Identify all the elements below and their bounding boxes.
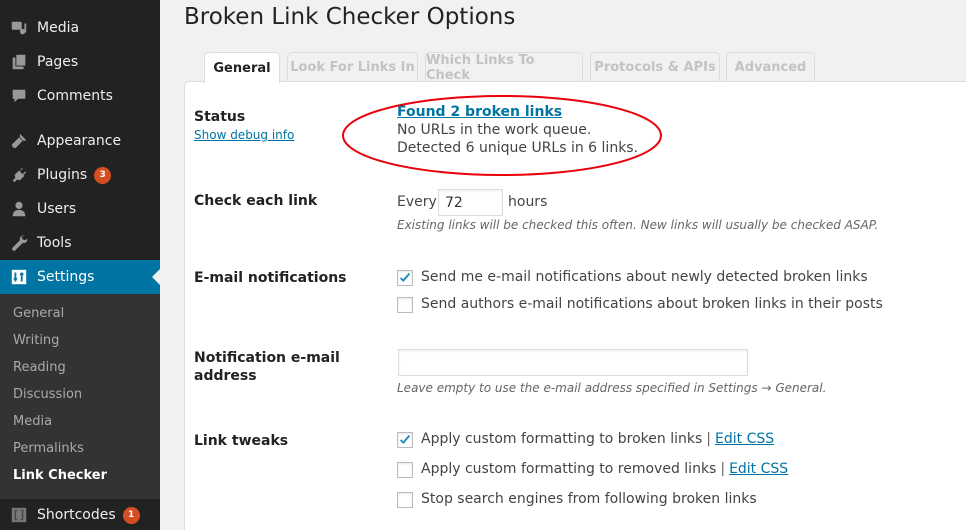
tools-icon [9, 233, 29, 253]
work-queue-status: No URLs in the work queue. [397, 122, 592, 138]
sidebar-item-label: Tools [37, 235, 72, 251]
tab-advanced[interactable]: Advanced [726, 52, 815, 82]
format-broken-links-label[interactable]: Apply custom formatting to broken links [421, 431, 702, 447]
sidebar-item-label: Appearance [37, 133, 122, 149]
plugins-update-badge: 3 [94, 166, 112, 184]
sidebar-item-label: Pages [37, 54, 79, 70]
edit-removed-css-link[interactable]: Edit CSS [729, 461, 788, 477]
notify-authors-checkbox[interactable] [397, 297, 413, 313]
check-interval-input[interactable] [438, 189, 503, 216]
submenu-item-general[interactable]: General [13, 306, 64, 321]
tab-general[interactable]: General [204, 52, 280, 83]
shortcodes-badge: 1 [122, 506, 140, 524]
sidebar-item-label: Plugins [37, 167, 88, 183]
format-removed-links-label[interactable]: Apply custom formatting to removed links [421, 461, 716, 477]
tab-protocols-apis[interactable]: Protocols & APIs [590, 52, 720, 82]
tab-look-for-links-in[interactable]: Look For Links In [287, 52, 418, 82]
notify-me-label[interactable]: Send me e-mail notifications about newly… [421, 269, 868, 285]
notification-email-label-line2: address [194, 368, 257, 384]
sidebar-item-label: Comments [37, 88, 113, 104]
nofollow-broken-links-checkbox[interactable] [397, 492, 413, 508]
sidebar-item-comments[interactable]: Comments [0, 79, 160, 113]
page-title: Broken Link Checker Options [184, 4, 516, 30]
sidebar-item-label: Media [37, 20, 80, 36]
shortcodes-icon [9, 505, 29, 525]
active-indicator-arrow [152, 269, 160, 285]
notification-email-input[interactable] [398, 349, 748, 376]
checkmark-icon [399, 434, 411, 445]
link-tweaks-label: Link tweaks [194, 433, 289, 449]
sidebar-item-label: Shortcodes [37, 507, 116, 523]
detected-urls-status: Detected 6 unique URLs in 6 links. [397, 140, 639, 156]
sidebar-item-label: Users [37, 201, 77, 217]
separator: | [706, 431, 712, 447]
check-interval-description: Existing links will be checked this ofte… [397, 218, 879, 232]
comments-icon [9, 86, 29, 106]
notification-email-label: Notification e-mail [194, 350, 340, 366]
show-debug-info-link[interactable]: Show debug info [194, 128, 294, 142]
format-removed-links-row: Apply custom formatting to removed links… [421, 461, 788, 477]
admin-sidebar: Media Pages Comments Appearance Plugins … [0, 0, 160, 530]
sidebar-item-pages[interactable]: Pages [0, 45, 160, 79]
notify-authors-label[interactable]: Send authors e-mail notifications about … [421, 296, 883, 312]
pages-icon [9, 52, 29, 72]
notify-me-checkbox[interactable] [397, 270, 413, 286]
status-label: Status [194, 109, 246, 125]
sidebar-item-shortcodes[interactable]: Shortcodes 1 [0, 498, 160, 530]
media-icon [9, 18, 29, 38]
every-text: Every [397, 194, 437, 210]
format-broken-links-checkbox[interactable] [397, 432, 413, 448]
format-broken-links-row: Apply custom formatting to broken links |… [421, 431, 774, 447]
sidebar-item-users[interactable]: Users [0, 192, 160, 226]
broken-links-count-link[interactable]: Found 2 broken links [397, 104, 562, 120]
sidebar-item-media[interactable]: Media [0, 11, 160, 45]
submenu-item-reading[interactable]: Reading [13, 360, 66, 375]
plugins-icon [9, 165, 29, 185]
nofollow-broken-links-label[interactable]: Stop search engines from following broke… [421, 491, 757, 507]
sidebar-item-appearance[interactable]: Appearance [0, 124, 160, 158]
submenu-item-permalinks[interactable]: Permalinks [13, 441, 84, 456]
users-icon [9, 199, 29, 219]
hours-text: hours [508, 194, 548, 210]
submenu-item-media[interactable]: Media [13, 414, 52, 429]
edit-broken-css-link[interactable]: Edit CSS [715, 431, 774, 447]
sidebar-item-label: Settings [37, 269, 95, 285]
settings-icon [9, 267, 29, 287]
format-removed-links-checkbox[interactable] [397, 462, 413, 478]
email-notifications-label: E-mail notifications [194, 270, 347, 286]
tab-which-links-to-check[interactable]: Which Links To Check [425, 52, 583, 83]
settings-submenu: General Writing Reading Discussion Media… [0, 294, 160, 499]
sidebar-item-settings[interactable]: Settings [0, 260, 160, 294]
submenu-item-discussion[interactable]: Discussion [13, 387, 82, 402]
appearance-icon [9, 131, 29, 151]
sidebar-item-tools[interactable]: Tools [0, 226, 160, 260]
sidebar-item-plugins[interactable]: Plugins 3 [0, 158, 160, 192]
check-each-link-label: Check each link [194, 193, 318, 209]
checkmark-icon [399, 272, 411, 283]
submenu-item-link-checker[interactable]: Link Checker [13, 468, 107, 483]
submenu-item-writing[interactable]: Writing [13, 333, 59, 348]
separator: | [720, 461, 726, 477]
notification-email-description: Leave empty to use the e-mail address sp… [397, 381, 827, 395]
